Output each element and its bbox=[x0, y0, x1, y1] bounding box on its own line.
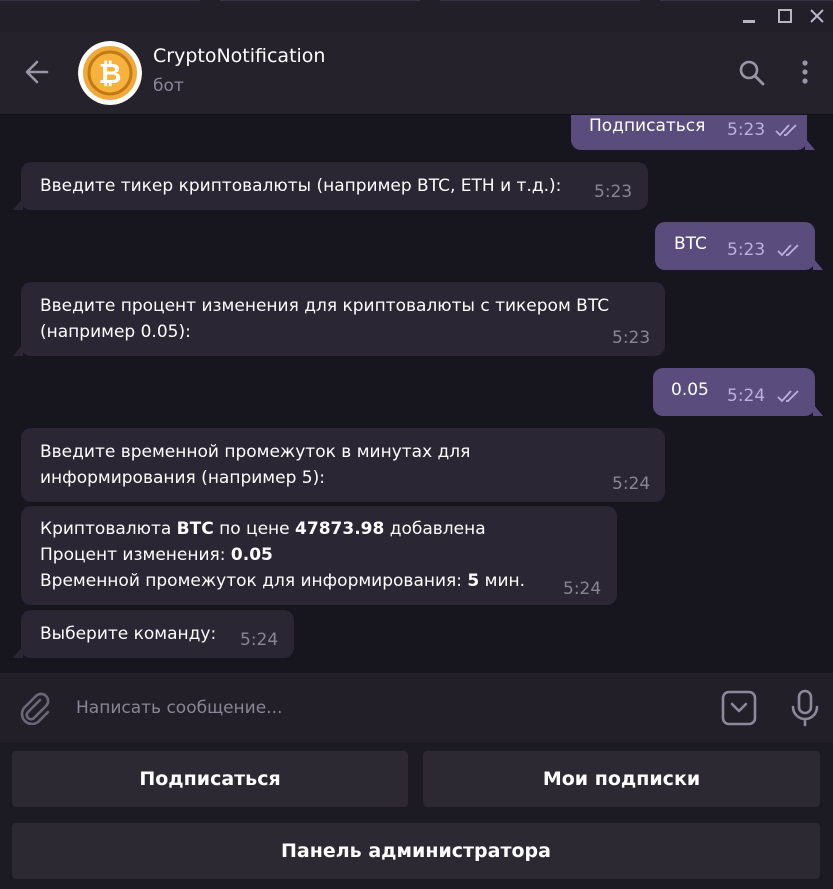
price-value: 47873.98 bbox=[295, 519, 385, 539]
message-text-line: Процент изменения: 0.05 bbox=[40, 545, 273, 565]
message-incoming[interactable]: Введите тикер криптовалюты (например BTC… bbox=[13, 162, 648, 210]
message-text-line: (например 0.05): bbox=[40, 322, 191, 342]
paperclip-icon[interactable] bbox=[18, 691, 52, 725]
ticker-value: BTC bbox=[176, 519, 214, 539]
message-outgoing[interactable]: BTC 5:23 bbox=[655, 222, 823, 270]
message-text: Подписаться bbox=[589, 116, 706, 136]
message-text-line: Введите временной промежуток в минутах д… bbox=[40, 442, 471, 462]
message-input[interactable] bbox=[64, 690, 704, 726]
message-text-line: информирования (например 5): bbox=[40, 468, 325, 488]
message-text: BTC bbox=[674, 234, 707, 254]
percent-value: 0.05 bbox=[230, 545, 273, 565]
message-time: 5:23 bbox=[594, 182, 633, 202]
close-icon[interactable] bbox=[808, 7, 826, 25]
svg-text:₿: ₿ bbox=[99, 57, 122, 90]
message-outgoing[interactable]: 0.05 5:24 bbox=[653, 368, 823, 416]
keyboard-toggle-icon[interactable] bbox=[721, 690, 757, 726]
message-text-line: Введите процент изменения для криптовалю… bbox=[40, 296, 610, 316]
back-arrow-icon[interactable] bbox=[22, 57, 52, 87]
message-time: 5:23 bbox=[727, 240, 766, 260]
chat-title: CryptoNotification bbox=[153, 45, 326, 67]
message-text: 0.05 bbox=[671, 380, 709, 400]
interval-value: 5 bbox=[467, 571, 480, 591]
message-text: Выберите команду: bbox=[40, 624, 217, 644]
read-checkmarks-icon bbox=[777, 390, 799, 403]
message-list[interactable]: Подписаться 5:23 Введите тикер криптовал… bbox=[0, 115, 833, 673]
message-incoming[interactable]: Криптовалюта BTC по цене 47873.98 добавл… bbox=[21, 506, 617, 605]
chat-header: ₿ CryptoNotification бот bbox=[0, 32, 833, 115]
minimize-icon[interactable] bbox=[740, 7, 758, 25]
search-icon[interactable] bbox=[737, 58, 767, 88]
read-checkmarks-icon bbox=[777, 244, 799, 257]
message-incoming[interactable]: Введите процент изменения для криптовалю… bbox=[13, 282, 665, 356]
message-outgoing[interactable]: Подписаться 5:23 bbox=[571, 115, 815, 150]
microphone-icon[interactable] bbox=[789, 688, 821, 728]
message-time: 5:23 bbox=[612, 328, 651, 348]
my-subscriptions-button[interactable]: Мои подписки bbox=[423, 751, 820, 807]
bitcoin-icon: ₿ bbox=[78, 41, 142, 105]
avatar[interactable]: ₿ bbox=[78, 41, 142, 105]
message-time: 5:24 bbox=[612, 474, 651, 494]
message-text-line: Криптовалюта BTC по цене 47873.98 добавл… bbox=[40, 519, 486, 539]
admin-panel-button[interactable]: Панель администратора bbox=[12, 823, 820, 879]
message-text: Введите тикер криптовалюты (например BTC… bbox=[40, 176, 562, 196]
read-checkmarks-icon bbox=[775, 124, 797, 137]
message-time: 5:24 bbox=[240, 630, 279, 650]
message-incoming[interactable]: Выберите команду: 5:24 bbox=[13, 610, 294, 658]
subscribe-button[interactable]: Подписаться bbox=[12, 751, 408, 807]
message-incoming[interactable]: Введите временной промежуток в минутах д… bbox=[21, 428, 665, 502]
message-time: 5:24 bbox=[727, 386, 766, 406]
maximize-icon[interactable] bbox=[776, 7, 794, 25]
composer-bar bbox=[0, 673, 833, 743]
message-time: 5:23 bbox=[727, 120, 766, 140]
window-titlebar bbox=[0, 0, 833, 32]
chat-status: бот bbox=[153, 76, 184, 96]
more-vertical-icon[interactable] bbox=[793, 58, 817, 88]
message-text-line: Временной промежуток для информирования:… bbox=[40, 571, 526, 591]
bot-keyboard: Подписаться Мои подписки Панель админист… bbox=[0, 743, 833, 889]
message-time: 5:24 bbox=[563, 579, 602, 599]
